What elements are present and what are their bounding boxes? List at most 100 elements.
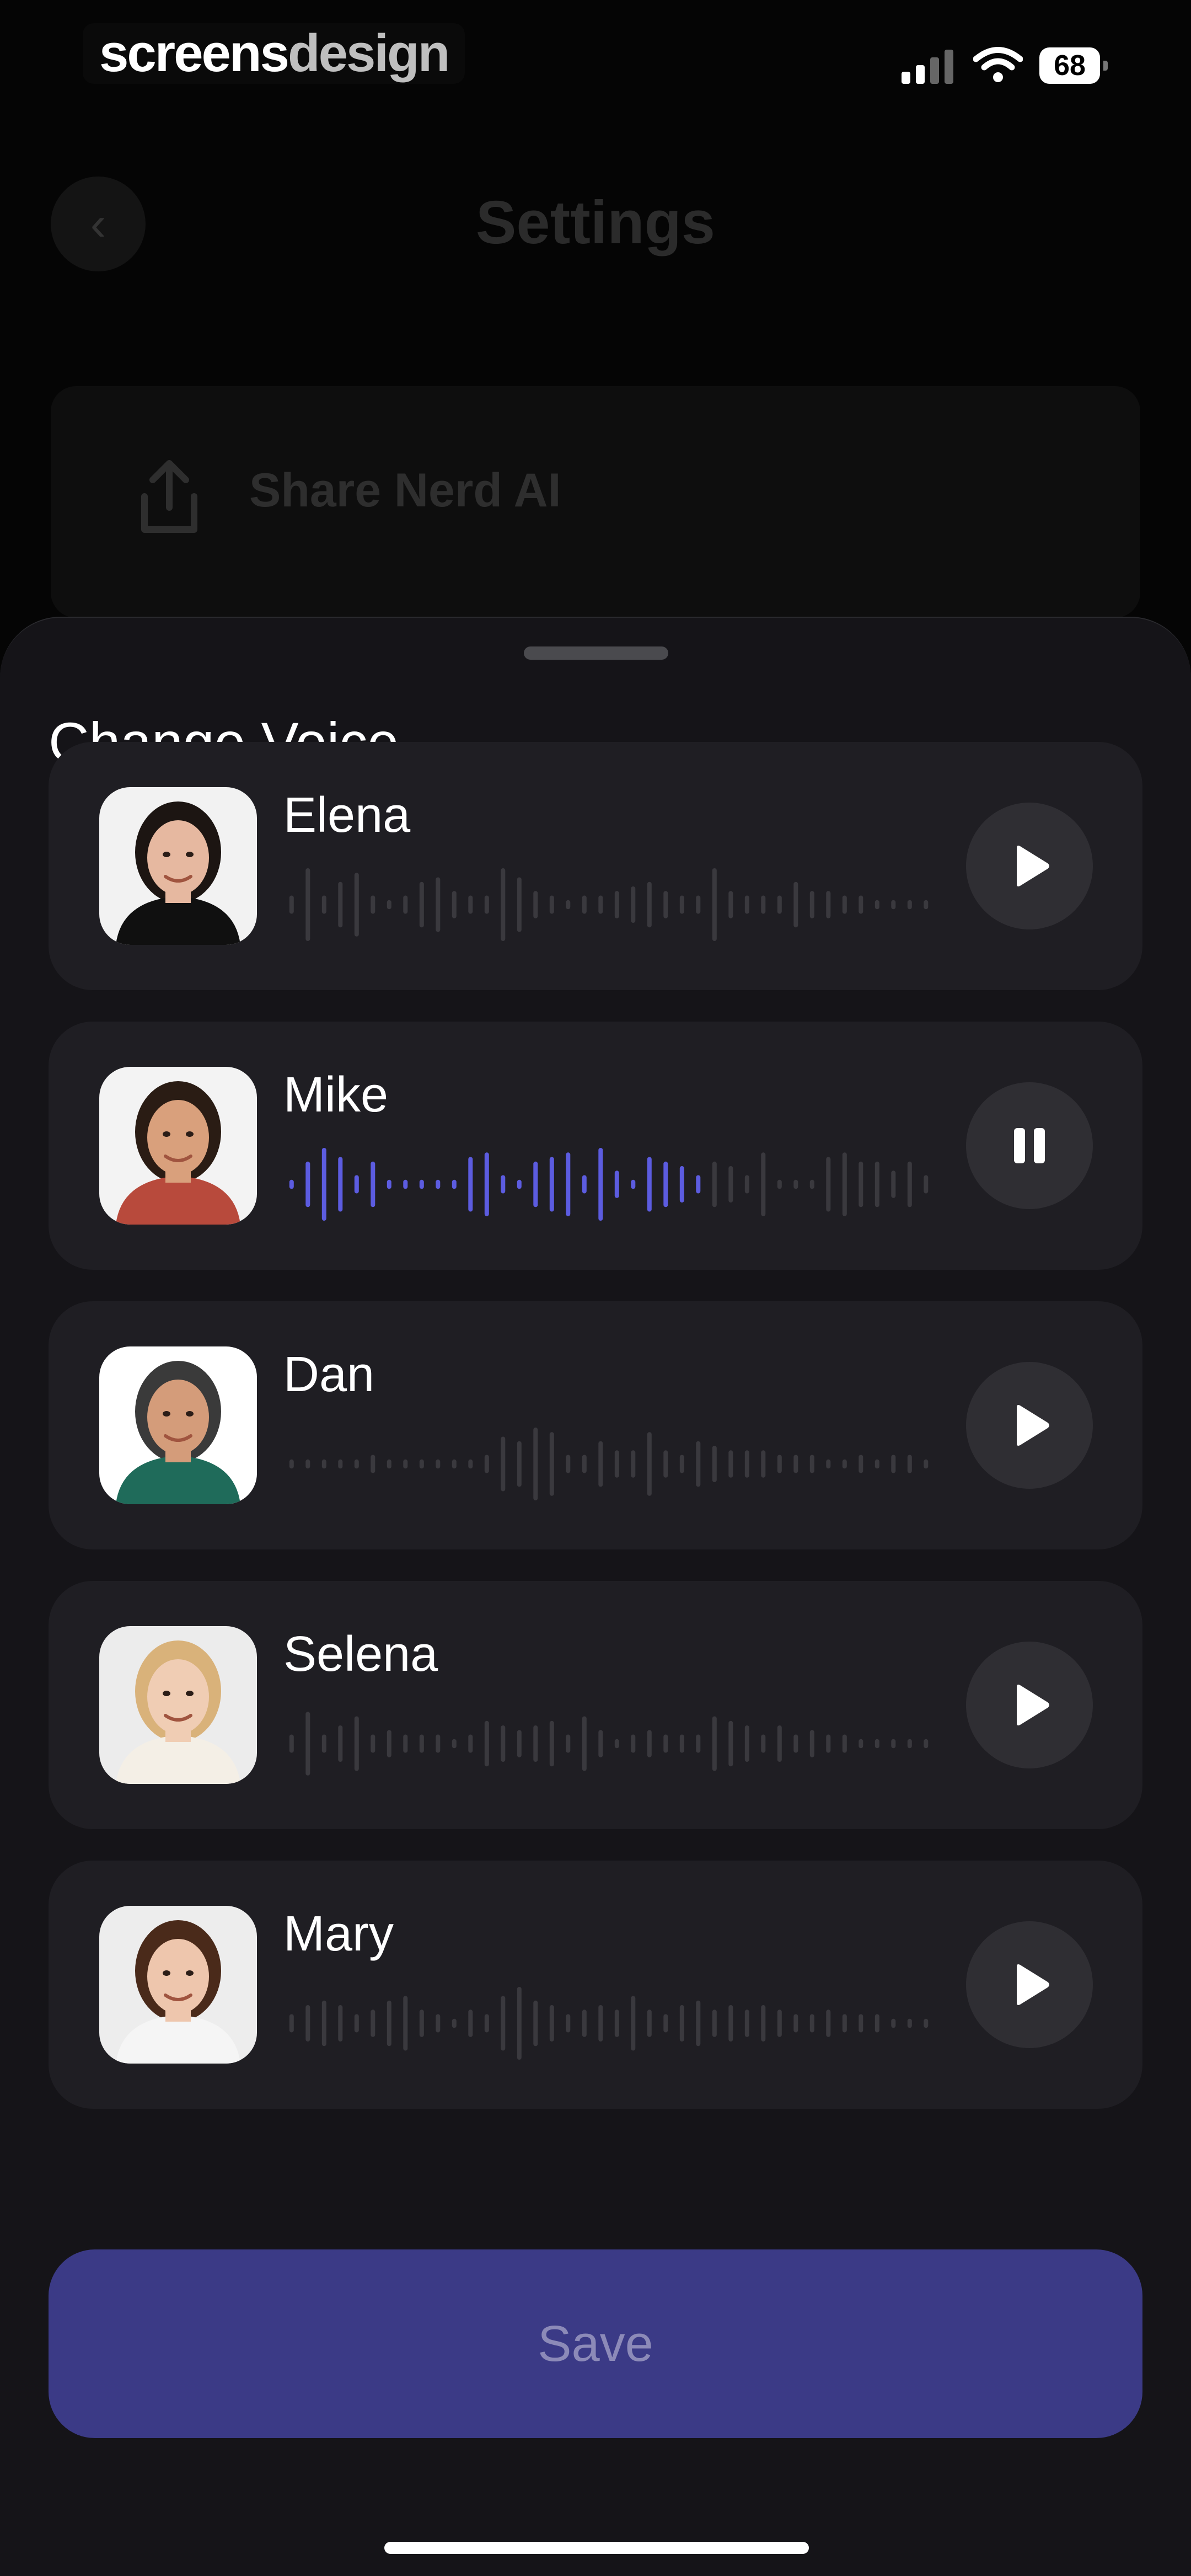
waveform-bar [305, 1459, 310, 1469]
waveform-bar [663, 1450, 668, 1478]
waveform-bar [859, 895, 863, 914]
waveform-bar [566, 2014, 571, 2033]
waveform-bar [321, 1148, 326, 1221]
waveform-bar [647, 1432, 652, 1496]
waveform-bar [891, 2018, 896, 2028]
waveform-bar [793, 1455, 798, 1473]
waveform-bar [679, 895, 684, 914]
waveform-bar [305, 1712, 310, 1776]
waveform-bar [679, 1734, 684, 1753]
waveform-bar [484, 1720, 489, 1767]
waveform-bar [371, 1161, 375, 1207]
waveform-bar [582, 1175, 587, 1194]
waveform-bar [338, 1459, 343, 1469]
waveform-bar [419, 1734, 424, 1753]
play-button[interactable] [966, 803, 1093, 929]
waveform-bar [712, 1161, 717, 1207]
waveform-bar [452, 1179, 457, 1189]
waveform-bar [468, 1459, 473, 1469]
waveform-bar [289, 1734, 294, 1753]
waveform-bar [582, 1716, 587, 1771]
home-indicator[interactable] [384, 2542, 809, 2554]
voice-settings-screen: ‹ Settings Share Nerd AI screens design 6… [0, 0, 1191, 2576]
waveform-bar [354, 1175, 359, 1194]
avatar [99, 1906, 257, 2064]
waveform-bar [891, 1171, 896, 1198]
voice-card-mike[interactable]: Mike [49, 1022, 1142, 1270]
waveform-bar [696, 1734, 701, 1753]
play-icon [1017, 1405, 1049, 1446]
waveform-bar [403, 1179, 408, 1189]
waveform-bar [517, 1179, 522, 1189]
waveform-bar [371, 2010, 375, 2037]
waveform[interactable] [283, 1976, 934, 2070]
waveform-bar [468, 895, 473, 914]
waveform-bar [761, 1450, 766, 1478]
waveform[interactable] [283, 858, 934, 952]
voice-card-selena[interactable]: Selena [49, 1581, 1142, 1829]
waveform-bar [598, 2005, 603, 2041]
waveform-bar [744, 1175, 749, 1194]
voice-card-elena[interactable]: Elena [49, 742, 1142, 990]
waveform-bar [875, 2014, 879, 2033]
waveform-bar [826, 891, 831, 918]
waveform-bar [809, 1179, 814, 1189]
waveform-bar [501, 1725, 506, 1762]
waveform-bar [436, 2014, 441, 2033]
waveform-bar [793, 2014, 798, 2033]
pause-icon [1014, 1128, 1045, 1163]
waveform-bar [289, 1459, 294, 1469]
waveform-bar [777, 1179, 782, 1189]
waveform[interactable] [283, 1417, 934, 1511]
voice-card-dan[interactable]: Dan [49, 1301, 1142, 1549]
waveform-bar [696, 1441, 701, 1487]
waveform-bar [631, 1734, 636, 1753]
play-icon [1017, 846, 1049, 886]
waveform-bar [517, 1730, 522, 1757]
waveform-bar [566, 1734, 571, 1753]
waveform-bar [501, 1436, 506, 1492]
waveform-bar [924, 1175, 929, 1194]
waveform-bar [436, 877, 441, 932]
waveform-bar [305, 1161, 310, 1207]
waveform-bar [354, 873, 359, 937]
waveform-bar [907, 900, 912, 910]
waveform-bar [842, 895, 847, 914]
waveform-bar [452, 1739, 457, 1749]
waveform-bar [728, 1166, 733, 1203]
waveform-bar [712, 2010, 717, 2037]
waveform-bar [728, 1450, 733, 1478]
waveform-bar [842, 1459, 847, 1469]
waveform-bar [696, 1175, 701, 1194]
waveform-bar [549, 895, 554, 914]
pause-button[interactable] [966, 1082, 1093, 1209]
waveform-bar [728, 891, 733, 918]
share-row[interactable]: Share Nerd AI [51, 386, 1140, 618]
avatar [99, 1067, 257, 1225]
save-button[interactable]: Save [49, 2249, 1142, 2438]
waveform-bar [859, 1739, 863, 1749]
waveform[interactable] [283, 1137, 934, 1231]
avatar [99, 787, 257, 945]
wifi-icon [973, 47, 1023, 82]
sheet-drag-handle[interactable] [524, 646, 668, 660]
waveform-bar [793, 1734, 798, 1753]
play-icon [1017, 1685, 1049, 1725]
waveform-bar [744, 2010, 749, 2037]
voice-card-mary[interactable]: Mary [49, 1861, 1142, 2109]
play-icon [1017, 1964, 1049, 2005]
waveform-bar [744, 895, 749, 914]
waveform-bar [631, 1179, 636, 1189]
waveform-bar [403, 1996, 408, 2051]
waveform-bar [777, 1725, 782, 1762]
play-button[interactable] [966, 1921, 1093, 2048]
play-button[interactable] [966, 1642, 1093, 1768]
waveform-bar [679, 2005, 684, 2041]
waveform-bar [907, 2018, 912, 2028]
waveform[interactable] [283, 1697, 934, 1791]
waveform-bar [403, 1459, 408, 1469]
waveform-bar [484, 2014, 489, 2033]
play-button[interactable] [966, 1362, 1093, 1489]
waveform-bar [647, 2010, 652, 2037]
waveform-bar [289, 1179, 294, 1189]
